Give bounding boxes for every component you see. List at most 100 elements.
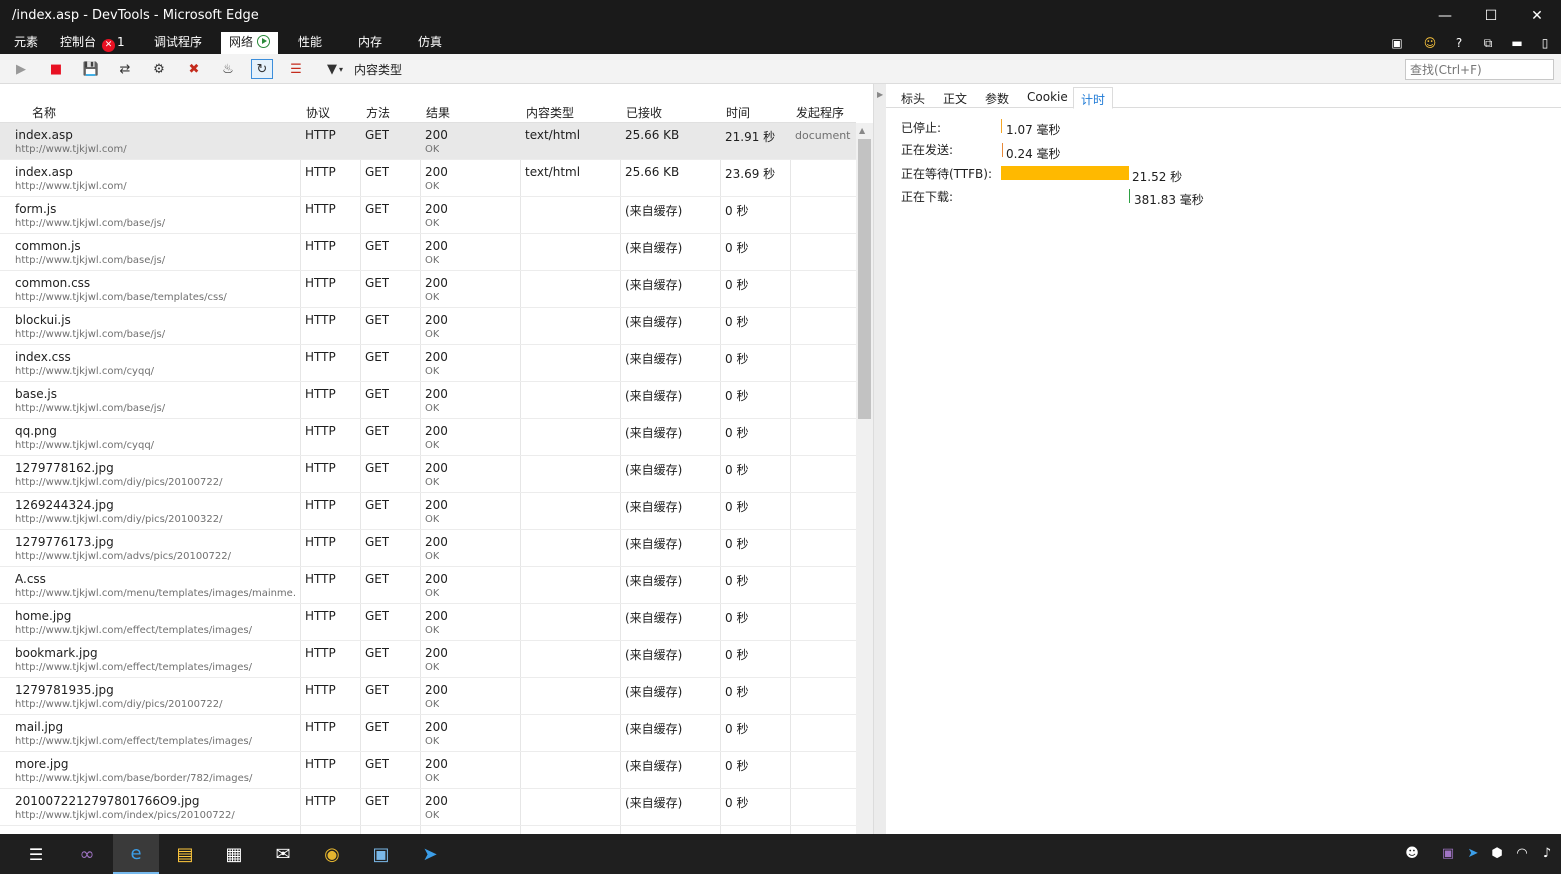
table-row[interactable]: bookmark.jpg http://www.tjkjwl.com/effect… <box>0 641 856 678</box>
tray-app-icon[interactable]: ▣ <box>1439 845 1457 863</box>
import-icon[interactable]: ⇄ <box>114 59 136 79</box>
stop-icon[interactable]: ■ <box>45 59 67 79</box>
tab-label: 仿真 <box>418 35 443 49</box>
filter-icon[interactable]: ▼ ▾ <box>322 59 348 79</box>
tray-feishu-icon[interactable]: ➤ <box>1464 845 1482 863</box>
store-icon[interactable]: ▦ <box>211 834 257 874</box>
cell-time: 0 秒 <box>725 426 749 440</box>
cell-received: (来自缓存) <box>625 204 683 218</box>
minimize-icon[interactable]: — <box>1422 0 1468 32</box>
clear-cache-icon[interactable]: ✖ <box>183 59 205 79</box>
network-toolbar: ▶ ■ 💾 ⇄ ⚙ ✖ ♨ ↻ ☰ ▼ ▾ 内容类型 <box>0 54 1561 84</box>
table-row[interactable]: A.css http://www.tjkjwl.com/menu/template… <box>0 567 856 604</box>
table-row[interactable]: blockui.js http://www.tjkjwl.com/base/js/… <box>0 308 856 345</box>
cell-received: (来自缓存) <box>625 722 683 736</box>
tray-cube-icon[interactable]: ⬢ <box>1488 845 1506 863</box>
cell-received: (来自缓存) <box>625 500 683 514</box>
table-row[interactable]: index.asp http://www.tjkjwl.com/HTTP GET 20… <box>0 123 856 160</box>
tab-performance[interactable]: 性能 <box>290 32 330 54</box>
table-row[interactable]: 1279778162.jpg http://www.tjkjwl.com/diy/… <box>0 456 856 493</box>
cell-time: 0 秒 <box>725 796 749 810</box>
tab-cookies[interactable]: Cookie <box>1025 90 1070 108</box>
tab-parameters[interactable]: 参数 <box>983 90 1011 108</box>
collapse-chevron-icon[interactable]: ▶ <box>877 90 883 99</box>
cell-name: home.jpg <box>15 609 72 623</box>
people-icon[interactable]: ☻ <box>1403 845 1421 863</box>
table-row[interactable]: 1269244324.jpg http://www.tjkjwl.com/diy/… <box>0 493 856 530</box>
clear-cookies-icon[interactable]: ♨ <box>217 59 239 79</box>
feedback-smiley-icon[interactable]: ☺ <box>1421 34 1439 52</box>
cell-received: 25.66 KB <box>625 128 680 142</box>
table-row[interactable]: form.js http://www.tjkjwl.com/base/js/HTT… <box>0 197 856 234</box>
table-row[interactable]: 2010072212797801766O9.jpg http://www.tjkj… <box>0 789 856 826</box>
maximize-icon[interactable]: ☐ <box>1468 0 1514 32</box>
pane-splitter[interactable]: ▶ <box>873 84 886 834</box>
network-request-list: 名称 协议 方法 结果 内容类型 已接收 时间 发起程序 index.asp ht… <box>0 84 873 834</box>
column-header-method[interactable]: 方法 <box>366 104 390 121</box>
table-row[interactable]: qq.png http://www.tjkjwl.com/cyqq/HTTP GET… <box>0 419 856 456</box>
column-header-received[interactable]: 已接收 <box>626 104 662 121</box>
volume-icon[interactable]: ♪ <box>1538 845 1556 863</box>
dock-bottom-icon[interactable]: ▬ <box>1508 34 1526 52</box>
table-row[interactable]: index.asp http://www.tjkjwl.com/HTTP GET 20… <box>0 160 856 197</box>
column-header-content-type[interactable]: 内容类型 <box>526 104 574 121</box>
tab-body[interactable]: 正文 <box>941 90 969 108</box>
tab-console[interactable]: 控制台 ✕ 1 <box>52 32 133 54</box>
table-row[interactable]: base.js http://www.tjkjwl.com/base/js/HTT… <box>0 382 856 419</box>
table-row[interactable]: mail.jpg http://www.tjkjwl.com/effect/tem… <box>0 715 856 752</box>
undock-icon[interactable]: ⧉ <box>1479 34 1497 52</box>
cell-protocol: HTTP <box>305 498 336 512</box>
scrollbar-thumb[interactable] <box>858 139 871 419</box>
table-row[interactable]: more.jpg http://www.tjkjwl.com/base/borde… <box>0 752 856 789</box>
feishu-icon[interactable]: ➤ <box>407 834 453 874</box>
cell-url: http://www.tjkjwl.com/effect/templates/i… <box>15 625 252 636</box>
help-icon[interactable]: ? <box>1450 34 1468 52</box>
table-row[interactable]: common.css http://www.tjkjwl.com/base/tem… <box>0 271 856 308</box>
column-header-time[interactable]: 时间 <box>726 104 750 121</box>
vertical-scrollbar[interactable]: ▲ <box>856 123 873 834</box>
table-row[interactable]: home.jpg http://www.tjkjwl.com/effect/tem… <box>0 604 856 641</box>
file-explorer-icon[interactable]: ▤ <box>162 834 208 874</box>
cell-url: http://www.tjkjwl.com/diy/pics/20100322/ <box>15 514 223 525</box>
table-row[interactable]: common.js http://www.tjkjwl.com/base/js/H… <box>0 234 856 271</box>
tab-elements[interactable]: 元素 <box>6 32 46 54</box>
cell-protocol: HTTP <box>305 128 336 142</box>
tab-network[interactable]: 网络 <box>221 32 279 54</box>
content-type-filter[interactable]: 内容类型 <box>354 61 402 78</box>
table-row[interactable]: index.css http://www.tjkjwl.com/cyqq/HTTP… <box>0 345 856 382</box>
clear-entries-icon[interactable]: ⚙ <box>148 59 170 79</box>
column-header-initiator[interactable]: 发起程序 <box>796 104 844 121</box>
clear-list-icon[interactable]: ☰ <box>285 59 307 79</box>
tab-memory[interactable]: 内存 <box>350 32 390 54</box>
cell-name: common.css <box>15 276 91 290</box>
table-row[interactable]: 1279776173.jpg http://www.tjkjwl.com/advs… <box>0 530 856 567</box>
chrome-icon[interactable]: ◉ <box>309 834 355 874</box>
visual-studio-icon[interactable]: ∞ <box>64 834 110 874</box>
column-header-protocol[interactable]: 协议 <box>306 104 330 121</box>
dock-side-icon[interactable]: ▯ <box>1536 34 1554 52</box>
app-icon[interactable]: ▣ <box>358 834 404 874</box>
task-view-icon[interactable]: ☰ <box>13 834 59 874</box>
tab-headers[interactable]: 标头 <box>899 90 927 108</box>
column-header-result[interactable]: 结果 <box>426 104 450 121</box>
wifi-icon[interactable]: ◠ <box>1513 845 1531 863</box>
search-input[interactable] <box>1405 59 1554 80</box>
cell-status-text: OK <box>425 292 440 303</box>
column-header-name[interactable]: 名称 <box>32 104 56 121</box>
always-refresh-icon[interactable]: ↻ <box>251 59 273 79</box>
cell-protocol: HTTP <box>305 165 336 179</box>
console-drawer-icon[interactable]: ▣ <box>1388 34 1406 52</box>
save-icon[interactable]: 💾 <box>80 59 102 79</box>
cell-url: http://www.tjkjwl.com/cyqq/ <box>15 366 155 377</box>
tab-debugger[interactable]: 调试程序 <box>146 32 210 54</box>
cell-status: 200 <box>425 757 448 771</box>
tab-emulation[interactable]: 仿真 <box>410 32 450 54</box>
play-icon[interactable]: ▶ <box>10 59 32 79</box>
edge-icon[interactable]: e <box>113 834 159 874</box>
table-row[interactable]: 1279781935.jpg http://www.tjkjwl.com/diy/… <box>0 678 856 715</box>
cell-received: (来自缓存) <box>625 463 683 477</box>
tab-timing[interactable]: 计时 <box>1073 87 1114 109</box>
close-icon[interactable]: ✕ <box>1514 0 1560 32</box>
mail-icon[interactable]: ✉ <box>260 834 306 874</box>
scroll-up-icon[interactable]: ▲ <box>859 126 865 135</box>
